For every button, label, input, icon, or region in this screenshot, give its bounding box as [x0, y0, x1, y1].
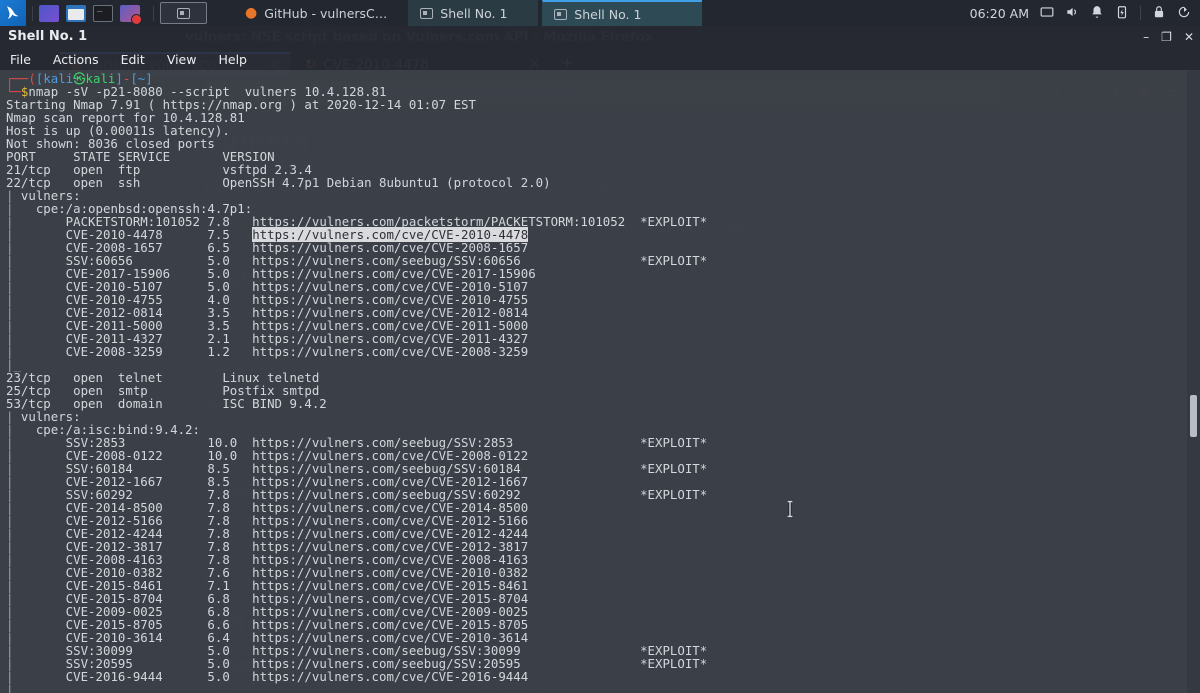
minimize-button[interactable]: –: [1143, 31, 1149, 43]
tray-divider: [1140, 6, 1141, 20]
taskbar-divider: [32, 5, 33, 21]
terminal-vuln-row: | CVE-2008-3259 1.2 https://vulners.com/…: [6, 344, 529, 359]
system-tray: 06:20 AM: [970, 5, 1200, 22]
terminal-window: Shell No. 1 – ❐ ✕ File Actions Edit View…: [0, 26, 1200, 693]
window-shell-1-label: Shell No. 1: [440, 5, 508, 21]
volume-icon[interactable]: [1065, 5, 1079, 22]
clock[interactable]: 06:20 AM: [970, 6, 1029, 21]
terminal-window-title: Shell No. 1: [8, 29, 88, 44]
maximize-button[interactable]: ❐: [1161, 31, 1172, 43]
window-shell-2-label: Shell No. 1: [574, 6, 642, 22]
terminal-icon: [554, 8, 568, 20]
menu-help[interactable]: Help: [218, 52, 247, 67]
taskbar: ● GitHub - vulnersC… Shell No. 1 Shell N…: [0, 0, 1200, 26]
terminal-scrollbar[interactable]: [1187, 70, 1200, 693]
menu-edit[interactable]: Edit: [121, 52, 145, 67]
battery-icon[interactable]: [1115, 5, 1129, 22]
menu-file[interactable]: File: [10, 52, 31, 67]
terminal-port-row: 22/tcp open ssh OpenSSH 4.7p1 Debian 8ub…: [6, 175, 551, 190]
mouse-cursor-ibeam: [786, 500, 793, 518]
terminal-output-area[interactable]: ┌──([kali㉿kali]-[~] └─$nmap -sV -p21-8080…: [0, 70, 1200, 693]
terminal-titlebar[interactable]: Shell No. 1 – ❐ ✕: [0, 26, 1200, 48]
taskbar-divider-2: [153, 5, 154, 21]
terminal-vuln-row: | CVE-2016-9444 5.0 https://vulners.com/…: [6, 669, 529, 684]
terminal-vulners-end: |_: [6, 682, 21, 693]
terminal-icon: [420, 7, 434, 19]
workspace-button[interactable]: [160, 2, 207, 24]
menu-view[interactable]: View: [167, 52, 197, 67]
kali-dragon-icon[interactable]: [0, 0, 26, 26]
screen-recorder-launcher[interactable]: [120, 4, 142, 25]
window-controls: – ❐ ✕: [1143, 26, 1194, 48]
terminal-port-row: 53/tcp open domain ISC BIND 9.4.2: [6, 396, 327, 411]
terminal-scrollbar-thumb[interactable]: [1190, 395, 1197, 437]
firefox-launcher[interactable]: [39, 4, 59, 22]
lock-icon[interactable]: [1152, 5, 1166, 22]
file-manager-launcher[interactable]: [66, 4, 86, 22]
window-firefox[interactable]: ● GitHub - vulnersC…: [233, 0, 398, 26]
firefox-icon: ●: [245, 5, 258, 21]
window-firefox-label: GitHub - vulnersC…: [264, 5, 388, 21]
display-icon[interactable]: [1040, 5, 1054, 22]
notification-bell-icon[interactable]: [1090, 5, 1104, 22]
menu-actions[interactable]: Actions: [53, 52, 99, 67]
terminal-icon: [177, 7, 190, 19]
window-shell-2[interactable]: Shell No. 1: [542, 0, 703, 26]
window-shell-1[interactable]: Shell No. 1: [408, 0, 539, 26]
logout-icon[interactable]: [1177, 5, 1191, 22]
terminal-menubar: File Actions Edit View Help: [0, 48, 1200, 70]
terminal-text: ┌──([kali㉿kali]-[~] └─$nmap -sV -p21-8080…: [6, 72, 707, 693]
close-button[interactable]: ✕: [1184, 31, 1194, 43]
terminal-launcher[interactable]: [93, 3, 113, 22]
